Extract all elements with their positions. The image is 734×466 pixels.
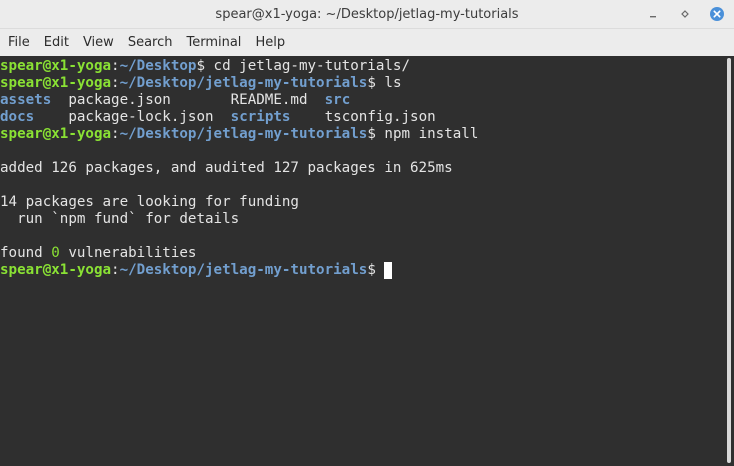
command-text [376, 262, 385, 278]
window-title: spear@x1-yoga: ~/Desktop/jetlag-my-tutor… [215, 6, 519, 22]
ls-file-entry: README.md [230, 92, 308, 108]
terminal-line: added 126 packages, and audited 127 pack… [0, 160, 453, 176]
ls-dir-entry: assets [0, 92, 52, 108]
command-text: cd jetlag-my-tutorials/ [205, 58, 411, 74]
prompt-user-host: spear@x1-yoga [0, 75, 112, 91]
command-text: npm install [375, 126, 479, 142]
terminal-line: spear@x1-yoga:~/Desktop/jetlag-my-tutori… [0, 262, 724, 279]
prompt-path: ~/Desktop/jetlag-my-tutorials [119, 262, 368, 278]
menu-terminal[interactable]: Terminal [186, 33, 241, 52]
terminal-output[interactable]: spear@x1-yoga:~/Desktop$ cd jetlag-my-tu… [0, 56, 724, 466]
ls-dir-entry: src [324, 92, 351, 108]
menu-help[interactable]: Help [255, 33, 285, 52]
vulnerability-count: 0 [51, 245, 60, 261]
prompt-user-host: spear@x1-yoga [0, 58, 112, 74]
command-text: ls [375, 75, 402, 91]
terminal-line: spear@x1-yoga:~/Desktop$ cd jetlag-my-tu… [0, 58, 411, 74]
menu-search[interactable]: Search [128, 33, 173, 52]
minimize-icon[interactable] [644, 5, 662, 23]
terminal-line: assets package.json README.md src [0, 92, 724, 109]
scrollbar-thumb[interactable] [727, 58, 731, 463]
menu-view[interactable]: View [83, 33, 114, 52]
close-icon[interactable] [708, 5, 726, 23]
terminal-scrollbar[interactable] [724, 56, 734, 466]
window-controls [644, 5, 726, 23]
menu-edit[interactable]: Edit [44, 33, 69, 52]
prompt-path: ~/Desktop/jetlag-my-tutorials [119, 75, 368, 91]
text-cursor [384, 262, 393, 279]
title-bar[interactable]: spear@x1-yoga: ~/Desktop/jetlag-my-tutor… [0, 0, 734, 29]
prompt-user-host: spear@x1-yoga [0, 262, 112, 278]
terminal-line: run `npm fund` for details [0, 211, 240, 227]
prompt-path: ~/Desktop [119, 58, 197, 74]
terminal-line: found 0 vulnerabilities [0, 245, 197, 261]
ls-file-entry: package-lock.json [68, 109, 214, 125]
terminal-line: docs package-lock.json scripts tsconfig.… [0, 109, 724, 126]
terminal-line: spear@x1-yoga:~/Desktop/jetlag-my-tutori… [0, 126, 479, 142]
ls-file-entry: package.json [68, 92, 171, 108]
prompt-path: ~/Desktop/jetlag-my-tutorials [119, 126, 368, 142]
menu-bar: File Edit View Search Terminal Help [0, 29, 734, 56]
maximize-icon[interactable] [676, 5, 694, 23]
prompt-user-host: spear@x1-yoga [0, 126, 112, 142]
ls-dir-entry: docs [0, 109, 35, 125]
terminal-line: spear@x1-yoga:~/Desktop/jetlag-my-tutori… [0, 75, 402, 91]
terminal-line: 14 packages are looking for funding [0, 194, 299, 210]
ls-dir-entry: scripts [230, 109, 291, 125]
menu-file[interactable]: File [8, 33, 30, 52]
ls-file-entry: tsconfig.json [324, 109, 436, 125]
